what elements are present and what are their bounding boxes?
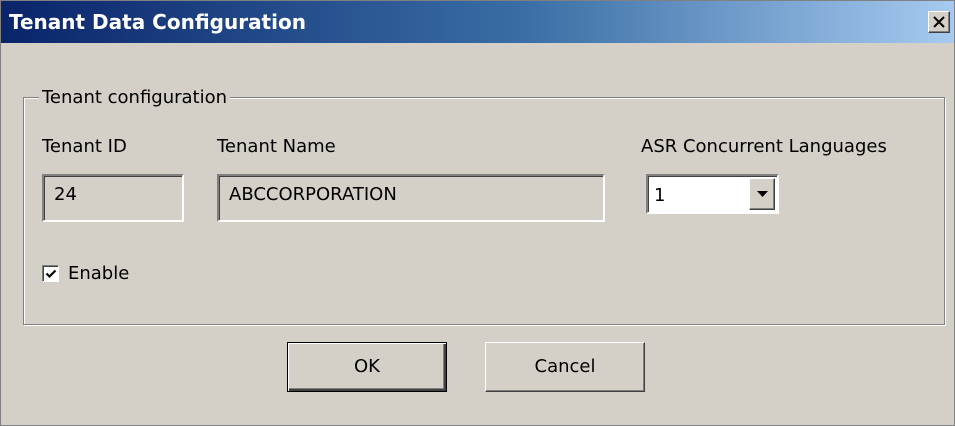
tenant-name-label: Tenant Name [217, 136, 336, 157]
ok-button[interactable]: OK [287, 342, 447, 392]
asr-selected-value: 1 [654, 185, 666, 206]
group-legend: Tenant configuration [39, 87, 231, 109]
title-bar[interactable]: Tenant Data Configuration [1, 1, 954, 43]
tenant-data-configuration-dialog: Tenant Data Configuration Tenant configu… [0, 0, 955, 426]
close-icon [933, 16, 945, 28]
dropdown-button[interactable] [749, 178, 775, 210]
enable-checkbox[interactable] [42, 265, 59, 282]
chevron-down-icon [757, 191, 768, 197]
checkmark-icon [45, 269, 57, 279]
close-button[interactable] [928, 11, 950, 33]
asr-concurrent-languages-label: ASR Concurrent Languages [641, 136, 887, 157]
tenant-name-field: ABCCORPORATION [217, 174, 605, 222]
enable-label[interactable]: Enable [68, 263, 129, 285]
tenant-id-label: Tenant ID [42, 136, 127, 157]
tenant-id-field: 24 [42, 174, 184, 222]
asr-concurrent-languages-select[interactable]: 1 [646, 174, 779, 214]
cancel-button[interactable]: Cancel [485, 342, 645, 392]
window-title: Tenant Data Configuration [9, 10, 306, 34]
